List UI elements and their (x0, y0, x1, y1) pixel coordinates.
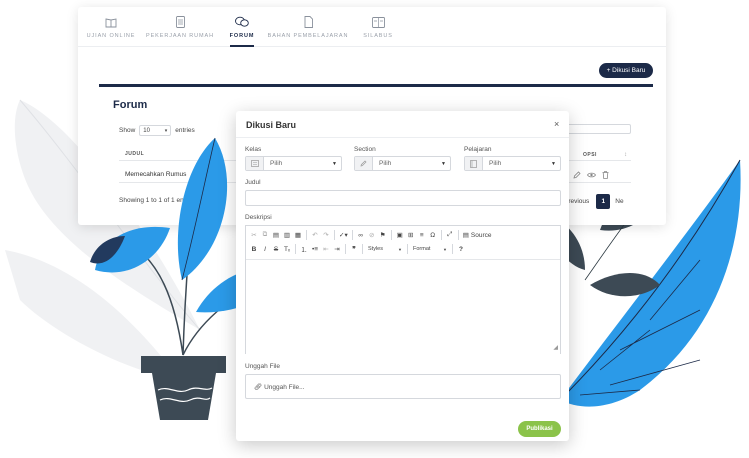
special-char-icon[interactable]: Ω (428, 229, 438, 241)
styles-dropdown[interactable]: Styles ▼ (366, 244, 404, 254)
source-button[interactable]: ▤ Source (462, 229, 493, 241)
strike-button[interactable]: S (271, 243, 281, 255)
chevron-down-icon: ▼ (332, 160, 337, 167)
pelajaran-select[interactable]: Pilih ▼ (464, 156, 561, 171)
pelajaran-label: Pelajaran (464, 146, 492, 153)
format-dropdown[interactable]: Format ▼ (411, 244, 449, 254)
image-icon[interactable]: ▣ (395, 229, 405, 241)
unggah-label: Unggah File (245, 363, 281, 370)
subject-icon (465, 157, 483, 170)
paste-text-icon[interactable]: ▥ (282, 229, 292, 241)
publish-button[interactable]: Publikasi (518, 421, 561, 437)
paste-word-icon[interactable]: ▦ (293, 229, 303, 241)
class-icon (246, 157, 264, 170)
source-icon: ▤ (462, 232, 469, 239)
file-upload-field[interactable]: 🔗︎ Unggah File... (245, 374, 561, 399)
link-icon[interactable]: ∞ (356, 229, 366, 241)
new-discussion-modal: Dikusi Baru × Kelas Pilih ▼ Section Pili… (236, 111, 569, 441)
blockquote-icon[interactable]: ❞ (349, 243, 359, 255)
chevron-down-icon: ▼ (441, 160, 446, 167)
redo-icon[interactable]: ↷ (321, 229, 331, 241)
modal-header-divider (236, 137, 569, 138)
help-icon[interactable]: ? (456, 243, 466, 255)
judul-label: Judul (245, 179, 261, 186)
unlink-icon[interactable]: ⊘ (367, 229, 377, 241)
cut-icon[interactable]: ✂ (249, 229, 259, 241)
rich-text-editor: ✂ ⧉ ▤ ▥ ▦ ↶ ↷ ✓▾ ∞ ⊘ ⚑ ▣ ⊞ ≡ Ω ⤢ ▤ Sourc… (245, 225, 561, 354)
copy-icon[interactable]: ⧉ (260, 229, 270, 241)
bullet-list-icon[interactable]: •≡ (310, 243, 320, 255)
horizontal-line-icon[interactable]: ≡ (417, 229, 427, 241)
table-icon[interactable]: ⊞ (406, 229, 416, 241)
numbered-list-icon[interactable]: ⒈ (299, 243, 309, 255)
editor-toolbar-row-2: B I S Tₓ ⒈ •≡ ⇤ ⇥ ❞ Styles ▼ Format ▼ ? (246, 242, 560, 256)
close-icon[interactable]: × (554, 119, 559, 129)
anchor-icon[interactable]: ⚑ (378, 229, 388, 241)
indent-icon[interactable]: ⇥ (332, 243, 342, 255)
remove-format-icon[interactable]: Tₓ (282, 243, 292, 255)
judul-input[interactable] (245, 190, 561, 206)
maximize-icon[interactable]: ⤢ (445, 229, 455, 241)
chevron-down-icon: ▼ (443, 246, 447, 252)
undo-icon[interactable]: ↶ (310, 229, 320, 241)
spellcheck-icon[interactable]: ✓▾ (338, 229, 349, 241)
outdent-icon[interactable]: ⇤ (321, 243, 331, 255)
kelas-label: Kelas (245, 146, 262, 153)
paperclip-icon: 🔗︎ (254, 384, 263, 391)
upload-placeholder: Unggah File... (264, 384, 305, 391)
section-select[interactable]: Pilih ▼ (354, 156, 451, 171)
paste-icon[interactable]: ▤ (271, 229, 281, 241)
modal-title: Dikusi Baru (246, 120, 297, 130)
deskripsi-label: Deskripsi (245, 214, 272, 221)
chevron-down-icon: ▼ (398, 246, 402, 252)
italic-button[interactable]: I (260, 243, 270, 255)
chevron-down-icon: ▼ (551, 160, 556, 167)
editor-content-area[interactable] (246, 259, 560, 354)
editor-toolbar-row-1: ✂ ⧉ ▤ ▥ ▦ ↶ ↷ ✓▾ ∞ ⊘ ⚑ ▣ ⊞ ≡ Ω ⤢ ▤ Sourc… (246, 228, 560, 242)
resize-handle-icon[interactable]: ◢ (553, 344, 558, 351)
bold-button[interactable]: B (249, 243, 259, 255)
section-label: Section (354, 146, 376, 153)
kelas-select[interactable]: Pilih ▼ (245, 156, 342, 171)
pencil-icon (355, 157, 373, 170)
